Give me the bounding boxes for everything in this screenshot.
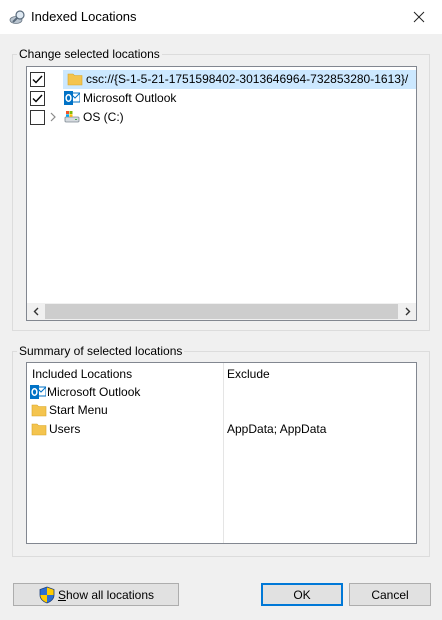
- window-title: Indexed Locations: [31, 9, 137, 24]
- checkmark-icon: [32, 75, 43, 84]
- summary-location-label: Microsoft Outlook: [47, 385, 141, 399]
- tree-item-csc[interactable]: csc://{S-1-5-21-1751598402-3013646964-73…: [27, 70, 416, 89]
- summary-list[interactable]: Included Locations Exclude Microsoft Out…: [26, 362, 417, 544]
- scroll-left-button[interactable]: [27, 303, 44, 320]
- outlook-icon: [30, 385, 46, 399]
- tree-item-label: csc://{S-1-5-21-1751598402-3013646964-73…: [86, 72, 409, 86]
- cancel-button[interactable]: Cancel: [349, 583, 431, 606]
- tree-item-label: Microsoft Outlook: [83, 91, 177, 105]
- cancel-label: Cancel: [371, 587, 409, 602]
- folder-icon: [31, 423, 47, 436]
- summary-location-label: Start Menu: [49, 403, 108, 417]
- summary-group: Summary of selected locations Included L…: [12, 344, 430, 557]
- scroll-thumb[interactable]: [45, 304, 398, 319]
- ok-button[interactable]: OK: [261, 583, 343, 606]
- show-all-locations-button[interactable]: Show all locations: [13, 583, 179, 606]
- summary-exclude-value: AppData; AppData: [227, 422, 327, 436]
- summary-location-label: Users: [49, 422, 81, 436]
- included-locations-header: Included Locations: [32, 367, 133, 381]
- checkmark-icon: [32, 94, 43, 103]
- checkbox-csc[interactable]: [30, 72, 45, 87]
- uac-shield-icon: [39, 586, 55, 603]
- folder-icon: [31, 404, 47, 417]
- checkbox-outlook[interactable]: [30, 91, 45, 106]
- tree-item-outlook[interactable]: Microsoft Outlook: [27, 89, 416, 108]
- chevron-left-icon: [33, 307, 38, 316]
- scroll-right-button[interactable]: [399, 303, 416, 320]
- locations-tree[interactable]: csc://{S-1-5-21-1751598402-3013646964-73…: [26, 66, 417, 321]
- summary-row: Users AppData; AppData: [27, 420, 416, 438]
- exclude-header: Exclude: [227, 367, 270, 381]
- show-all-locations-label: Show all locations: [57, 587, 155, 602]
- outlook-icon: [64, 91, 80, 105]
- ok-label: OK: [293, 587, 311, 602]
- chevron-right-icon: [405, 307, 410, 316]
- chevron-right-icon[interactable]: [49, 112, 57, 122]
- summary-row: Start Menu: [27, 401, 416, 419]
- summary-legend: Summary of selected locations: [17, 344, 185, 358]
- close-button[interactable]: [396, 0, 442, 34]
- tree-item-label: OS (C:): [83, 110, 124, 124]
- folder-icon: [67, 73, 83, 86]
- change-locations-legend: Change selected locations: [17, 47, 162, 61]
- drive-icon: [64, 111, 80, 123]
- summary-row: Microsoft Outlook: [27, 383, 416, 401]
- indexing-options-icon: [9, 10, 25, 24]
- checkbox-os-c[interactable]: [30, 110, 45, 125]
- tree-item-os-c[interactable]: OS (C:): [27, 108, 416, 127]
- change-locations-group: Change selected locations csc://{S-1-5-2…: [12, 47, 430, 331]
- close-icon: [413, 11, 425, 23]
- horizontal-scrollbar[interactable]: [27, 303, 416, 320]
- title-bar: Indexed Locations: [0, 0, 442, 34]
